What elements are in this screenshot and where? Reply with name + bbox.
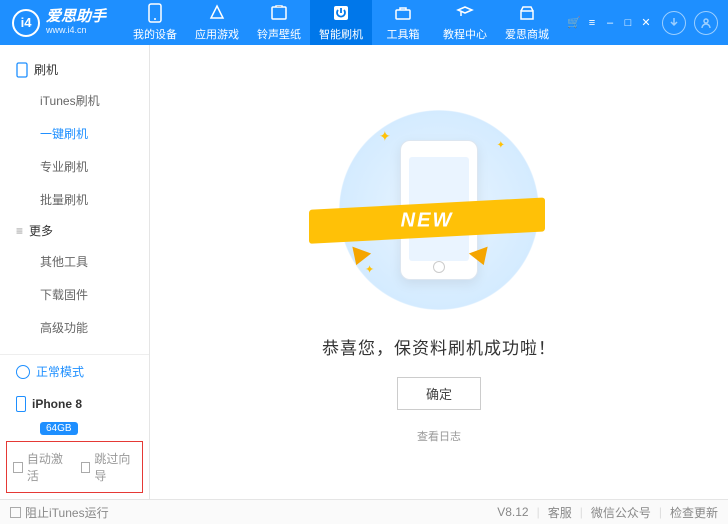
phone-icon	[16, 396, 26, 412]
mode-row[interactable]: 正常模式	[0, 355, 149, 388]
view-log-link[interactable]: 查看日志	[417, 428, 461, 444]
nav-flash[interactable]: 智能刷机	[310, 0, 372, 45]
sidebar-item-itunes-flash[interactable]: iTunes刷机	[0, 84, 149, 117]
wechat-link[interactable]: 微信公众号	[591, 504, 651, 521]
ringtone-icon	[269, 3, 289, 23]
refresh-icon	[16, 365, 30, 379]
device-row[interactable]: iPhone 8	[0, 388, 149, 420]
nav-label: 爱思商城	[505, 26, 549, 42]
ribbon-text: NEW	[309, 204, 545, 238]
device-name: iPhone 8	[32, 397, 82, 411]
nav-tutorial[interactable]: 教程中心	[434, 0, 496, 45]
close-button[interactable]: ✕	[640, 17, 652, 29]
sidebar-item-oneclick-flash[interactable]: 一键刷机	[0, 117, 149, 150]
nav-my-device[interactable]: 我的设备	[124, 0, 186, 45]
logo-icon: i4	[12, 9, 40, 37]
success-illustration: ✦ ✦ ✦ NEW	[339, 110, 539, 310]
nav-apps[interactable]: 应用游戏	[186, 0, 248, 45]
success-message: 恭喜您，保资料刷机成功啦！	[322, 334, 556, 359]
ok-button[interactable]: 确定	[397, 377, 481, 410]
nav-label: 工具箱	[387, 26, 420, 42]
flash-icon	[331, 3, 351, 23]
separator: |	[659, 505, 662, 519]
support-link[interactable]: 客服	[548, 504, 572, 521]
sidebar-item-batch-flash[interactable]: 批量刷机	[0, 183, 149, 216]
sidebar-bottom: 正常模式 iPhone 8 64GB 自动激活 跳过向导	[0, 354, 149, 499]
app-window: i4 爱思助手 www.i4.cn 我的设备 应用游戏 铃声壁纸 智能刷机	[0, 0, 728, 524]
sidebar-group-more[interactable]: ≡ 更多	[0, 216, 149, 245]
cart-icon[interactable]: 🛒	[568, 17, 580, 29]
nav-label: 智能刷机	[319, 26, 363, 42]
logo-text: 爱思助手 www.i4.cn	[46, 9, 106, 35]
device-icon	[145, 3, 165, 23]
brand-url: www.i4.cn	[46, 26, 106, 36]
top-nav: 我的设备 应用游戏 铃声壁纸 智能刷机 工具箱 教程中心	[124, 0, 558, 45]
menu-icon: ≡	[16, 224, 23, 238]
brand-name: 爱思助手	[46, 9, 106, 26]
nav-ringtones[interactable]: 铃声壁纸	[248, 0, 310, 45]
check-auto-activate[interactable]: 自动激活	[13, 450, 69, 484]
titlebar-right-round	[662, 11, 728, 35]
titlebar: i4 爱思助手 www.i4.cn 我的设备 应用游戏 铃声壁纸 智能刷机	[0, 0, 728, 45]
statusbar: 阻止iTunes运行 V8.12 | 客服 | 微信公众号 | 检查更新	[0, 499, 728, 524]
mode-label: 正常模式	[36, 363, 84, 380]
version-label: V8.12	[497, 505, 528, 519]
group-title: 刷机	[34, 61, 58, 78]
nav-label: 我的设备	[133, 26, 177, 42]
sidebar-scroll: 刷机 iTunes刷机 一键刷机 专业刷机 批量刷机 ≡ 更多 其他工具 下载固…	[0, 45, 149, 354]
check-block-itunes[interactable]: 阻止iTunes运行	[10, 504, 109, 521]
checkbox-icon	[13, 462, 23, 473]
ribbon: NEW	[309, 196, 545, 244]
checks-highlighted: 自动激活 跳过向导	[6, 441, 143, 493]
nav-label: 铃声壁纸	[257, 26, 301, 42]
nav-label: 应用游戏	[195, 26, 239, 42]
phone-icon	[16, 62, 28, 78]
download-icon[interactable]	[662, 11, 686, 35]
window-sys-buttons: 🛒 ≡ – □ ✕	[558, 17, 662, 29]
maximize-button[interactable]: □	[622, 17, 634, 29]
sparkle-icon: ✦	[497, 140, 505, 151]
status-right: V8.12 | 客服 | 微信公众号 | 检查更新	[497, 504, 718, 521]
store-icon	[517, 3, 537, 23]
sidebar-group-flash[interactable]: 刷机	[0, 55, 149, 84]
logo[interactable]: i4 爱思助手 www.i4.cn	[0, 9, 124, 37]
group-title: 更多	[29, 222, 53, 239]
apps-icon	[207, 3, 227, 23]
menu-icon[interactable]: ≡	[586, 17, 598, 29]
check-skip-guide[interactable]: 跳过向导	[81, 450, 137, 484]
status-left: 阻止iTunes运行	[10, 504, 109, 521]
check-label: 跳过向导	[94, 450, 136, 484]
update-link[interactable]: 检查更新	[670, 504, 718, 521]
tutorial-icon	[455, 3, 475, 23]
sidebar: 刷机 iTunes刷机 一键刷机 专业刷机 批量刷机 ≡ 更多 其他工具 下载固…	[0, 45, 150, 499]
user-icon[interactable]	[694, 11, 718, 35]
separator: |	[580, 505, 583, 519]
sidebar-item-advanced[interactable]: 高级功能	[0, 311, 149, 344]
check-label: 自动激活	[27, 450, 69, 484]
nav-label: 教程中心	[443, 26, 487, 42]
main-content: ✦ ✦ ✦ NEW 恭喜您，保资料刷机成功啦！ 确定 查看日志	[150, 45, 728, 499]
check-label: 阻止iTunes运行	[25, 504, 109, 521]
toolbox-icon	[393, 3, 413, 23]
sparkle-icon: ✦	[379, 128, 391, 145]
sidebar-item-pro-flash[interactable]: 专业刷机	[0, 150, 149, 183]
checkbox-icon	[81, 462, 91, 473]
sidebar-item-download-firmware[interactable]: 下载固件	[0, 278, 149, 311]
checkbox-icon	[10, 507, 21, 518]
capacity-badge: 64GB	[40, 422, 78, 435]
minimize-button[interactable]: –	[604, 17, 616, 29]
nav-store[interactable]: 爱思商城	[496, 0, 558, 45]
body: 刷机 iTunes刷机 一键刷机 专业刷机 批量刷机 ≡ 更多 其他工具 下载固…	[0, 45, 728, 499]
nav-toolbox[interactable]: 工具箱	[372, 0, 434, 45]
sidebar-item-other-tools[interactable]: 其他工具	[0, 245, 149, 278]
separator: |	[537, 505, 540, 519]
